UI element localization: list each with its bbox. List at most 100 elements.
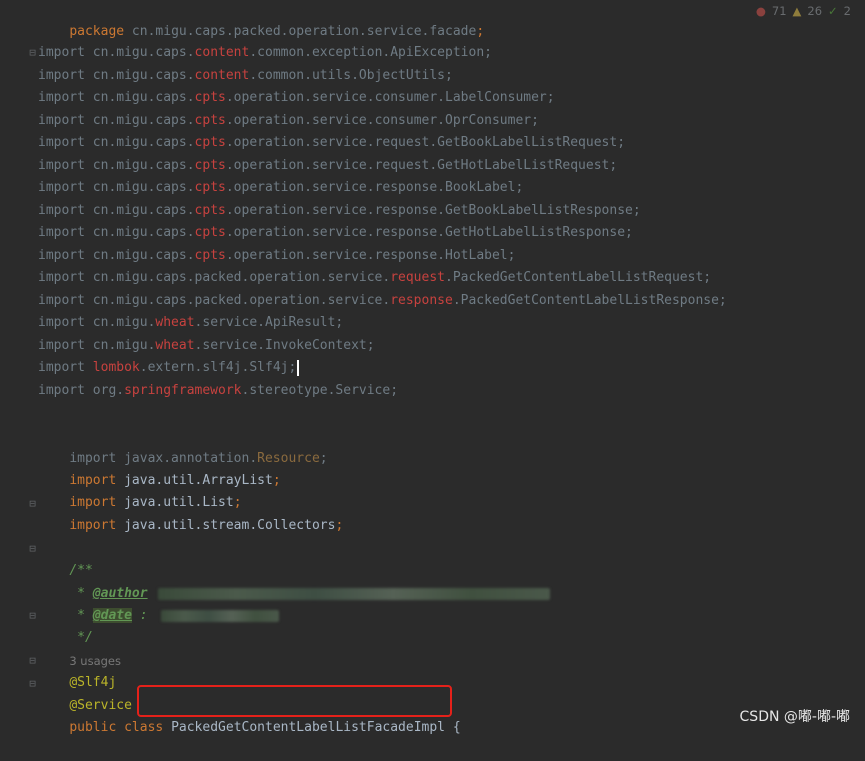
public-keyword: public (69, 720, 117, 735)
import-text: .operation.service.request.GetHotLabelLi… (225, 157, 618, 173)
import-text: .operation.service.response.BookLabel; (225, 180, 524, 195)
error-icon: ● (755, 4, 766, 18)
import-line: import cn.migu.caps.cpts.operation.servi… (38, 110, 539, 132)
import-line-collectors: import java.util.stream.Collectors; (38, 493, 343, 533)
import-unresolved-segment: cpts (194, 225, 226, 240)
import-line: import cn.migu.caps.cpts.operation.servi… (38, 245, 515, 267)
code-editor[interactable]: package cn.migu.caps.packed.operation.se… (0, 0, 865, 736)
import-unresolved-segment: cpts (194, 157, 226, 173)
warning-count: 26 (807, 4, 823, 18)
fold-class-start-icon[interactable]: ⊟ (28, 650, 37, 672)
import-keyword: import (69, 518, 117, 533)
text-caret (297, 359, 299, 376)
javadoc-open: /** (38, 538, 92, 578)
import-line: import cn.migu.caps.cpts.operation.servi… (38, 132, 625, 154)
import-line: import cn.migu.caps.packed.operation.ser… (38, 290, 727, 312)
import-text: .operation.service.consumer.OprConsumer; (225, 112, 539, 128)
import-text: .operation.service.response.HotLabel; (225, 247, 516, 263)
import-line: import cn.migu.caps.content.common.excep… (38, 42, 492, 64)
import-line: import cn.migu.caps.cpts.operation.servi… (38, 177, 523, 199)
import-unresolved-segment: lombok (92, 360, 140, 375)
import-text: import cn.migu.caps. (38, 67, 195, 83)
import-text: import cn.migu.caps. (38, 157, 195, 173)
import-text: import cn.migu.caps.packed.operation.ser… (38, 270, 391, 285)
inspections-widget[interactable]: ● 71 ▲ 26 ✓ 2 (756, 3, 851, 19)
import-text: .common.utils.ObjectUtils; (249, 67, 453, 83)
import-text: .common.exception.ApiException; (249, 45, 492, 60)
javadoc-close: */ (38, 605, 93, 645)
javadoc-author-line: * @author (38, 561, 550, 601)
import-text: import cn.migu.caps. (38, 247, 195, 263)
class-name: PackedGetContentLabelListFacadeImpl (171, 720, 446, 735)
usages-hint[interactable]: 3 usages (38, 628, 121, 668)
import-text: import cn.migu.caps. (38, 135, 195, 150)
import-text: import (38, 360, 93, 375)
error-count: 71 (771, 4, 787, 18)
import-text: .operation.service.response.GetBookLabel… (225, 202, 641, 218)
class-name-highlight-box (137, 685, 452, 717)
import-unresolved-segment: response (390, 292, 453, 308)
import-line: import cn.migu.caps.content.common.utils… (38, 65, 453, 87)
import-line: import cn.migu.wheat.service.ApiResult; (38, 312, 343, 334)
import-text: import cn.migu.caps.packed.operation.ser… (38, 292, 391, 308)
import-unresolved-segment: content (194, 45, 250, 60)
annotation-service-line: @Service (38, 673, 132, 713)
fold-service-icon[interactable]: ⊟ (28, 673, 37, 695)
fold-javadoc-end-icon[interactable]: ⊟ (28, 605, 37, 627)
import-text: .service.ApiResult; (194, 315, 344, 330)
fold-javadoc-start-icon[interactable]: ⊟ (28, 538, 37, 560)
date-tag: @date (92, 608, 132, 623)
import-unresolved-segment: cpts (194, 180, 226, 195)
import-semicolon: ; (335, 518, 344, 533)
import-text: .stereotype.Service; (241, 382, 399, 398)
import-semicolon: ; (272, 473, 281, 488)
import-unresolved-segment: request (390, 270, 445, 285)
import-unresolved-segment: cpts (194, 112, 226, 128)
import-text: import cn.migu.caps. (38, 45, 195, 60)
import-text: import cn.migu.caps. (38, 180, 195, 195)
import-text: java.util.stream.Collectors (116, 518, 336, 533)
import-text: .operation.service.consumer.LabelConsume… (225, 90, 555, 105)
watermark: CSDN @嘟-嘟-嘟 (739, 709, 850, 725)
import-text: import cn.migu.caps. (38, 90, 195, 105)
import-unresolved-segment: cpts (194, 90, 226, 105)
package-keyword: package (69, 24, 125, 39)
import-unresolved-segment: wheat (155, 337, 195, 353)
import-text: .service.InvokeContext; (194, 337, 375, 353)
top-fade (0, 0, 865, 9)
import-unresolved-segment: cpts (194, 135, 226, 150)
import-unresolved-segment: wheat (155, 315, 195, 330)
import-unresolved-segment: cpts (194, 247, 226, 263)
import-text: .operation.service.request.GetBookLabelL… (225, 135, 626, 150)
fold-import-start-icon[interactable]: ⊟ (28, 42, 37, 64)
package-semicolon: ; (476, 24, 485, 39)
import-unresolved-segment: content (194, 67, 250, 83)
import-line-resource: import javax.annotation.Resource; (38, 426, 327, 466)
import-line: import cn.migu.caps.cpts.operation.servi… (38, 155, 617, 177)
import-text: ; (319, 451, 328, 466)
typo-count: 2 (843, 4, 851, 18)
import-line: import org.springframework.stereotype.Se… (38, 380, 398, 402)
import-line: import cn.migu.caps.cpts.operation.servi… (38, 87, 555, 109)
import-unresolved-segment: springframework (124, 382, 242, 398)
import-unresolved-segment: cpts (194, 202, 226, 218)
class-keyword: class (116, 720, 172, 735)
date-separator: : (131, 608, 156, 623)
import-text: .PackedGetContentLabelListResponse; (452, 292, 727, 308)
import-text: import cn.migu. (38, 337, 156, 353)
open-brace: { (445, 720, 461, 735)
import-line-list: import java.util.List; (38, 470, 241, 510)
import-text: .operation.service.response.GetHotLabelL… (225, 225, 633, 240)
import-text: .PackedGetContentLabelListRequest; (445, 270, 712, 285)
import-text: import cn.migu.caps. (38, 225, 195, 240)
package-path: cn.migu.caps.packed.operation.service.fa… (124, 24, 477, 39)
redacted-date-blur (161, 609, 280, 622)
import-line: import cn.migu.caps.cpts.operation.servi… (38, 200, 641, 222)
import-text: import cn.migu. (38, 315, 156, 330)
import-text: import org. (38, 382, 125, 398)
import-text: .extern.slf4j.Slf4j; (139, 360, 297, 375)
annotation-slf4j-line: @Slf4j (38, 650, 116, 690)
import-line: import lombok.extern.slf4j.Slf4j; (38, 357, 299, 379)
fold-import-end-icon[interactable]: ⊟ (28, 493, 37, 515)
import-line-arraylist: import java.util.ArrayList; (38, 448, 280, 488)
